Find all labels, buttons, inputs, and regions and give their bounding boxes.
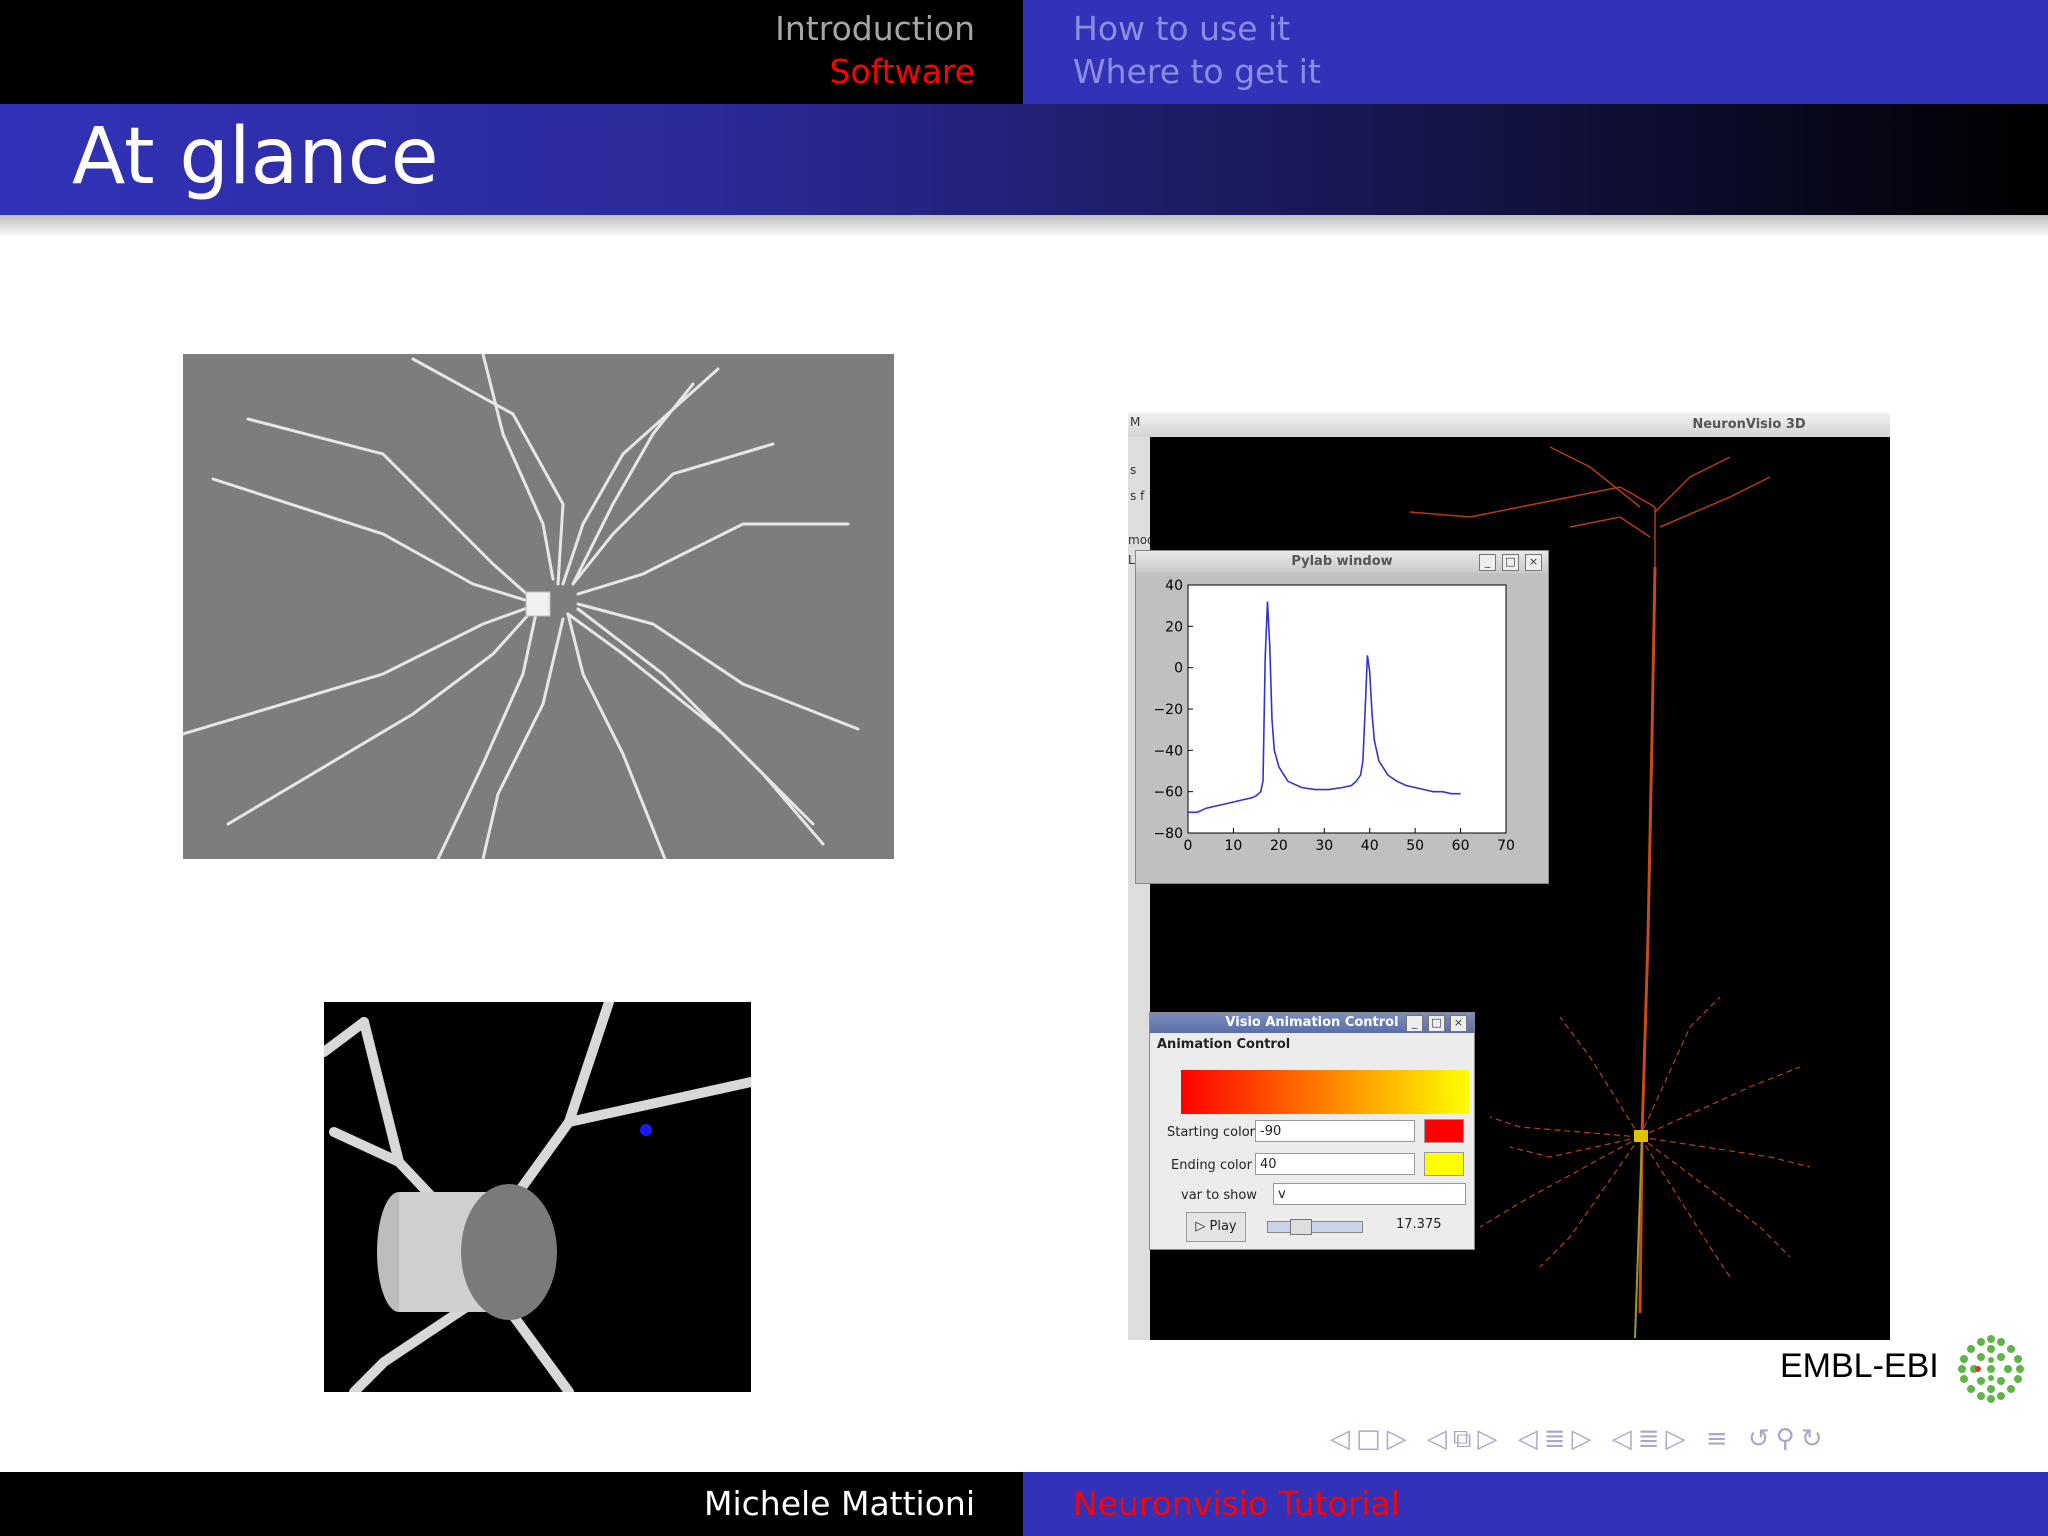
var-to-show-label: var to show <box>1181 1188 1257 1203</box>
ending-color-swatch[interactable] <box>1424 1152 1464 1176</box>
y-tick-label: −20 <box>1153 702 1183 718</box>
cylinder-face <box>461 1184 557 1320</box>
footer-title: Neuronvisio Tutorial <box>1073 1484 1400 1523</box>
starting-color-swatch[interactable] <box>1424 1119 1464 1143</box>
neuron-render-overview <box>181 352 894 861</box>
nav-prev-icon[interactable]: ◁ <box>1427 1424 1453 1454</box>
x-tick-label: 50 <box>1406 838 1424 854</box>
back-icon[interactable]: ↺ <box>1748 1424 1776 1454</box>
nav-where-to-get[interactable]: Where to get it <box>1073 50 1321 93</box>
minimize-button[interactable]: _ <box>1479 554 1496 571</box>
nav-next-icon[interactable]: ▷ <box>1666 1424 1692 1454</box>
subsection-icon[interactable]: ⧉ <box>1453 1424 1478 1454</box>
search-icon[interactable]: ⚲ <box>1776 1424 1801 1454</box>
pylab-window[interactable]: Pylab window _ □ × 0 10 20 30 40 50 60 70 40 20 0… <box>1135 550 1549 884</box>
slider-handle[interactable] <box>1290 1219 1312 1235</box>
neuron-render-closeup <box>319 997 756 1397</box>
title-shadow <box>0 215 2048 237</box>
x-tick-label: 0 <box>1184 838 1193 854</box>
nav-introduction[interactable]: Introduction <box>775 7 975 50</box>
document-icon[interactable]: ≣ <box>1638 1424 1666 1454</box>
y-tick-label: −60 <box>1153 785 1183 801</box>
play-button[interactable]: ▷ Play <box>1186 1212 1246 1242</box>
frame-icon[interactable]: □ <box>1356 1424 1387 1454</box>
y-tick-label: −80 <box>1153 826 1183 842</box>
side-fragment: M <box>1130 415 1141 429</box>
pylab-titlebar[interactable]: Pylab window _ □ × <box>1136 551 1548 573</box>
beamer-navigation[interactable]: ◁□▷ ◁⧉▷ ◁≣▷ ◁≣▷ ≡ ↺⚲↻ <box>1330 1424 1829 1455</box>
nav-software[interactable]: Software <box>830 50 975 93</box>
y-tick-label: −40 <box>1153 743 1183 759</box>
animation-window-title: Visio Animation Control <box>1225 1015 1399 1030</box>
nav-prev-icon[interactable]: ◁ <box>1612 1424 1638 1454</box>
time-value: 17.375 <box>1396 1217 1442 1232</box>
animation-titlebar[interactable]: Visio Animation Control _ □ × <box>1150 1013 1474 1033</box>
nav-next-icon[interactable]: ▷ <box>1387 1424 1413 1454</box>
minimize-button[interactable]: _ <box>1406 1015 1423 1032</box>
starting-color-input[interactable]: -90 <box>1255 1120 1415 1142</box>
var-to-show-input[interactable]: v <box>1273 1183 1466 1205</box>
plot-area <box>1187 584 1507 834</box>
play-icon: ▷ <box>1195 1219 1210 1234</box>
nav-prev-icon[interactable]: ◁ <box>1330 1424 1356 1454</box>
logo-dots-icon <box>1958 1335 2024 1403</box>
x-tick-label: 10 <box>1225 838 1243 854</box>
y-tick-label: 40 <box>1165 578 1183 594</box>
ending-color-label: Ending color <box>1171 1158 1252 1173</box>
nav-next-icon[interactable]: ▷ <box>1571 1424 1597 1454</box>
animation-header: Animation Control <box>1157 1037 1291 1052</box>
neuron-render-closeup-drawing <box>319 997 756 1397</box>
side-fragment: s f <box>1130 489 1145 503</box>
side-fragment: s <box>1130 463 1137 477</box>
y-tick-label: 0 <box>1174 661 1183 677</box>
x-tick-label: 60 <box>1452 838 1470 854</box>
maximize-button[interactable]: □ <box>1502 554 1519 571</box>
neuronvisio-window-title: NeuronVisio 3D <box>1692 417 1806 432</box>
starting-color-label: Starting color <box>1167 1125 1256 1140</box>
neuron-render-overview-drawing <box>181 352 860 861</box>
footer-author: Michele Mattioni <box>704 1484 975 1523</box>
maximize-button[interactable]: □ <box>1428 1015 1445 1032</box>
side-fragment: L <box>1128 553 1135 567</box>
neuronvisio-titlebar[interactable]: NeuronVisio 3D <box>1128 413 1890 438</box>
ending-color-input[interactable]: 40 <box>1255 1153 1415 1175</box>
soma-cube <box>525 591 551 617</box>
close-button[interactable]: × <box>1450 1015 1467 1032</box>
section-icon[interactable]: ≣ <box>1544 1424 1572 1454</box>
outline-icon[interactable]: ≡ <box>1706 1424 1734 1454</box>
nav-next-icon[interactable]: ▷ <box>1477 1424 1503 1454</box>
slide-title: At glance <box>72 112 439 202</box>
logo-text: EMBL-EBI <box>1780 1347 1939 1385</box>
embl-ebi-logo: EMBL-EBI <box>1780 1333 2024 1403</box>
x-tick-label: 30 <box>1315 838 1333 854</box>
blue-marker <box>640 1124 652 1136</box>
soma-marker <box>1634 1130 1648 1142</box>
x-tick-label: 40 <box>1361 838 1379 854</box>
play-label: Play <box>1209 1219 1237 1234</box>
close-button[interactable]: × <box>1525 554 1542 571</box>
voltage-plot: 0 10 20 30 40 50 60 70 40 20 0 −20 −40 −60 −80 <box>1153 578 1515 854</box>
y-tick-label: 20 <box>1165 619 1183 635</box>
forward-icon[interactable]: ↻ <box>1801 1424 1829 1454</box>
nav-how-to-use[interactable]: How to use it <box>1073 7 1290 50</box>
time-slider[interactable] <box>1267 1219 1363 1235</box>
y-ticks: 40 20 0 −20 −40 −60 −80 <box>1153 578 1193 842</box>
color-gradient-bar <box>1181 1070 1469 1114</box>
x-tick-label: 20 <box>1270 838 1288 854</box>
animation-control-window[interactable]: Visio Animation Control _ □ × Animation … <box>1149 1012 1475 1250</box>
nav-prev-icon[interactable]: ◁ <box>1518 1424 1544 1454</box>
x-tick-label: 70 <box>1497 838 1515 854</box>
